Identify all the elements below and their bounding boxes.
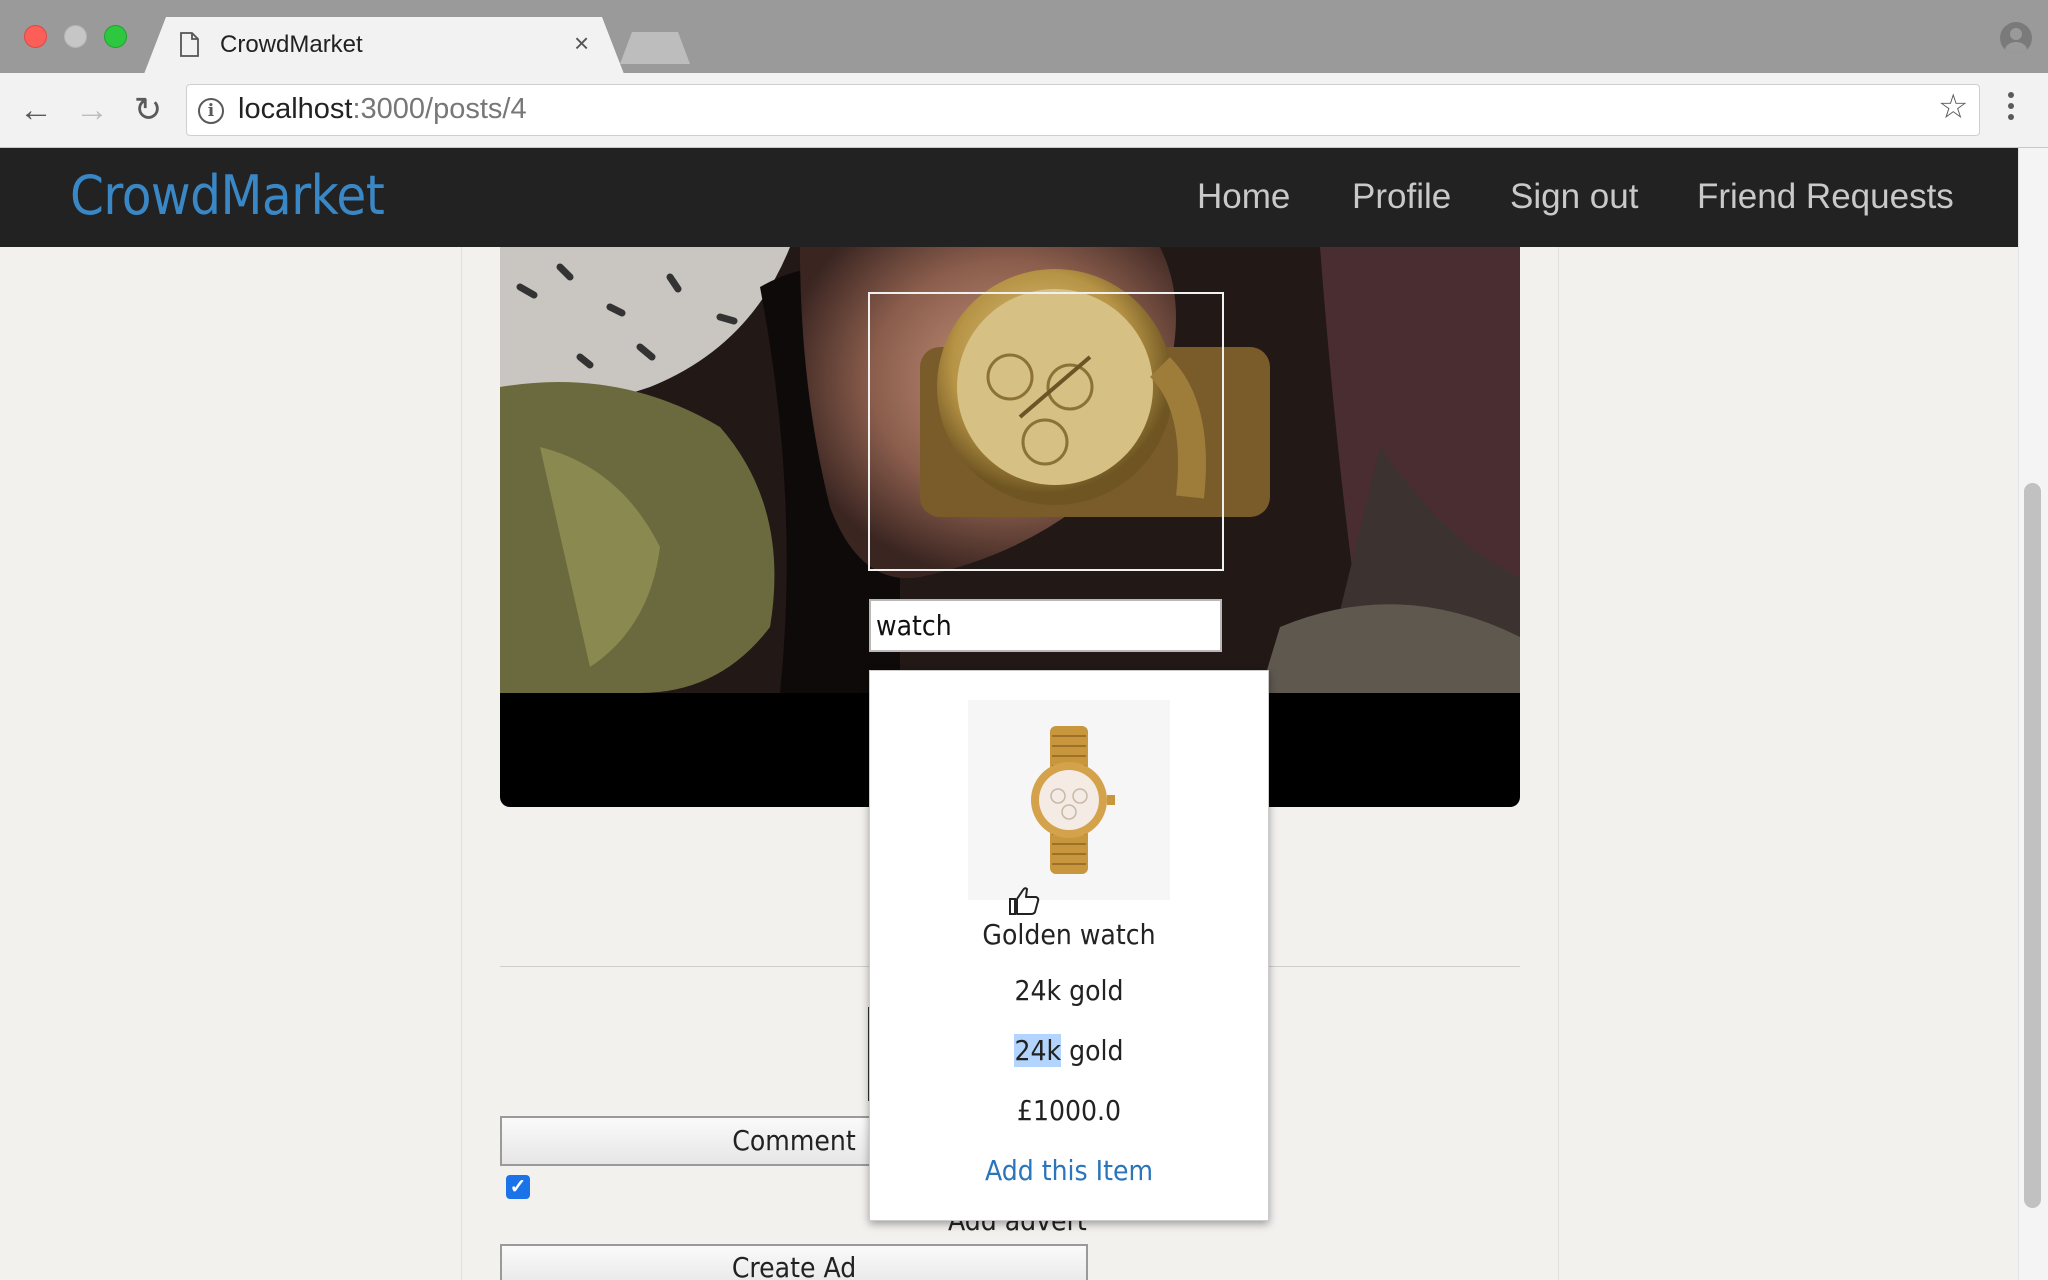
tab-title: CrowdMarket: [220, 31, 363, 58]
reload-icon[interactable]: ↻: [130, 92, 166, 128]
nav-link-home[interactable]: Home: [1197, 177, 1290, 217]
selected-text-highlight: 24k: [1014, 1034, 1062, 1067]
image-tag-selection-box[interactable]: [868, 292, 1224, 571]
item-description: 24k gold: [1014, 974, 1124, 1007]
browser-tab-active[interactable]: [144, 17, 624, 74]
item-price: £1000.0: [1016, 1094, 1122, 1127]
bookmark-star-icon[interactable]: ☆: [1938, 90, 1968, 124]
info-icon[interactable]: i: [198, 98, 224, 124]
nav-link-friend-requests[interactable]: Friend Requests: [1697, 177, 1954, 217]
forward-arrow-icon[interactable]: →: [74, 92, 110, 128]
product-image[interactable]: [968, 700, 1170, 900]
nav-link-sign-out[interactable]: Sign out: [1510, 177, 1638, 217]
nav-link-profile[interactable]: Profile: [1352, 177, 1451, 217]
tab-close-icon[interactable]: ×: [574, 30, 589, 56]
browser-profile-icon[interactable]: [2000, 22, 2032, 54]
window-close-button[interactable]: [24, 25, 47, 48]
window-minimize-button[interactable]: [64, 25, 87, 48]
page-scrollbar-thumb[interactable]: [2024, 483, 2041, 1208]
tag-search-input[interactable]: watch: [869, 599, 1222, 652]
browser-menu-icon[interactable]: [2004, 92, 2018, 126]
add-item-link[interactable]: Add this Item: [869, 1154, 1269, 1187]
new-tab-button[interactable]: [620, 32, 690, 64]
url-text[interactable]: localhost:3000/posts/4: [238, 93, 527, 126]
item-name: Golden watch: [982, 918, 1156, 951]
add-advert-checkbox[interactable]: ✓: [506, 1175, 530, 1199]
document-icon: [180, 32, 199, 57]
site-brand[interactable]: CrowdMarket: [70, 164, 385, 227]
back-arrow-icon[interactable]: ←: [18, 92, 54, 128]
thumbs-up-icon[interactable]: [1008, 885, 1042, 917]
create-ad-button[interactable]: Create Ad: [500, 1244, 1088, 1280]
item-description-selected: 24k gold: [1014, 1034, 1124, 1067]
window-zoom-button[interactable]: [104, 25, 127, 48]
